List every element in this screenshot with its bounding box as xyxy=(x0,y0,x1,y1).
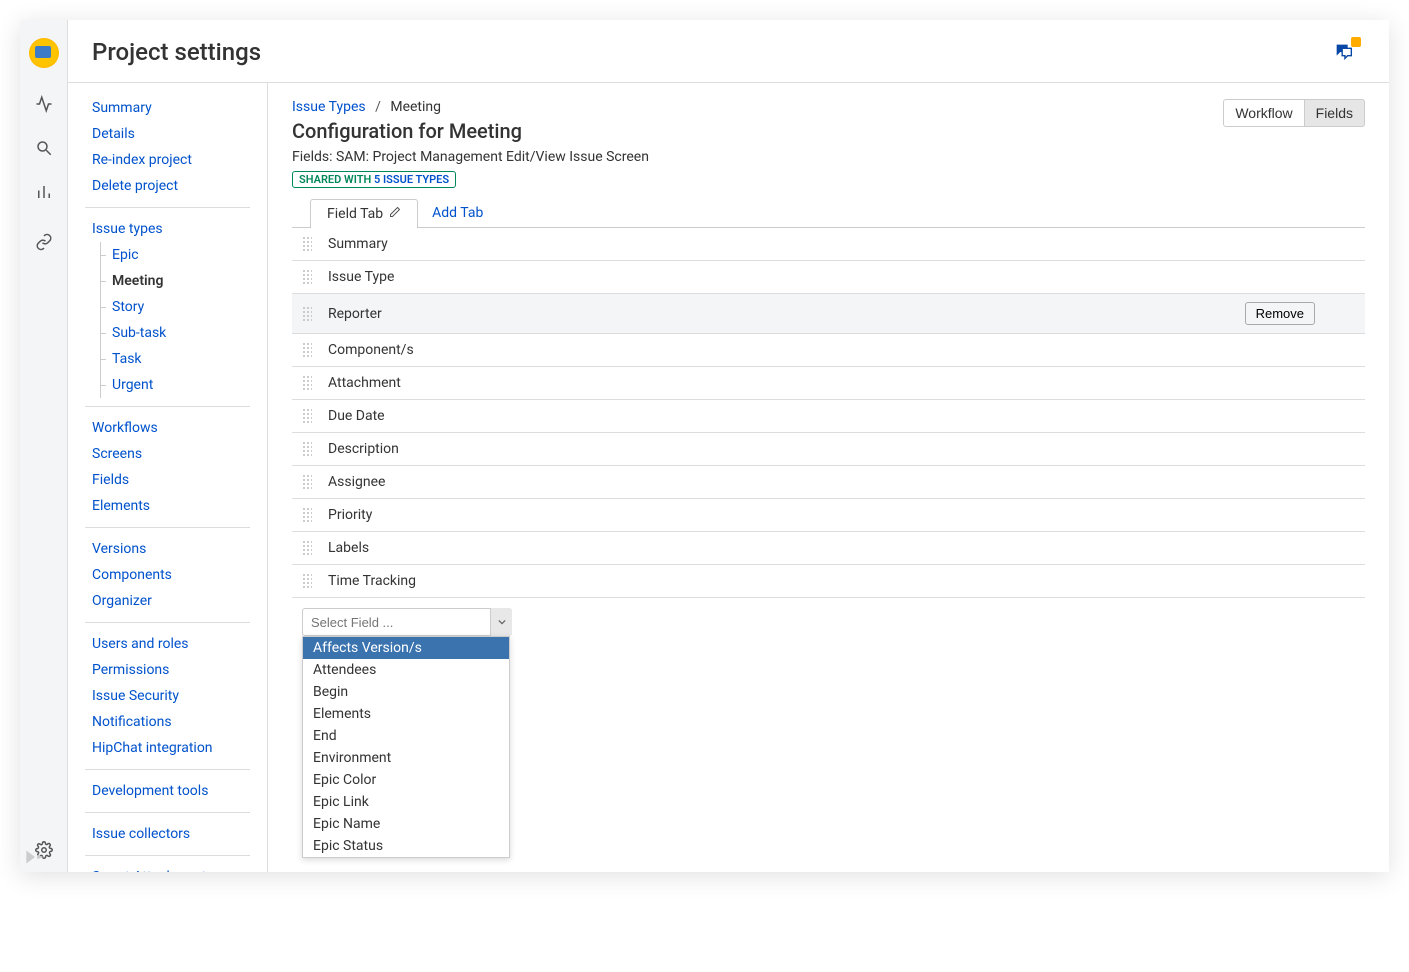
field-name-label: Priority xyxy=(328,507,1355,523)
add-tab-link[interactable]: Add Tab xyxy=(418,199,497,227)
sidebar-item[interactable]: Delete project xyxy=(68,173,267,199)
field-name-label: Time Tracking xyxy=(328,573,1355,589)
dropdown-option[interactable]: Begin xyxy=(303,681,509,703)
sidebar-item[interactable]: HipChat integration xyxy=(68,735,267,761)
field-row: Due Date xyxy=(292,400,1365,433)
page-title: Project settings xyxy=(92,38,261,66)
sidebar-item[interactable]: Screens xyxy=(68,441,267,467)
drag-handle-icon[interactable] xyxy=(302,441,312,457)
field-row: Priority xyxy=(292,499,1365,532)
link-icon[interactable] xyxy=(30,228,58,256)
dropdown-option[interactable]: Affects Version/s xyxy=(303,637,509,659)
select-field-dropdown: Affects Version/sAttendeesBeginElementsE… xyxy=(302,636,510,858)
tab-field-tab[interactable]: Field Tab xyxy=(310,199,418,228)
dropdown-option[interactable]: Epic Link xyxy=(303,791,509,813)
reports-icon[interactable] xyxy=(30,178,58,206)
field-row: Time Tracking xyxy=(292,565,1365,598)
drag-handle-icon[interactable] xyxy=(302,573,312,589)
sidebar-item[interactable]: Versions xyxy=(68,536,267,562)
sidebar-subitem[interactable]: Sub-task xyxy=(68,320,267,346)
drag-handle-icon[interactable] xyxy=(302,375,312,391)
remove-button[interactable]: Remove xyxy=(1245,302,1315,325)
field-name-label: Summary xyxy=(328,236,1355,252)
field-list: Summary Issue Type ReporterRemove Component… xyxy=(292,228,1365,598)
field-row: Labels xyxy=(292,532,1365,565)
drag-handle-icon[interactable] xyxy=(302,306,312,322)
config-title: Configuration for Meeting xyxy=(292,119,1365,143)
field-name-label: Due Date xyxy=(328,408,1355,424)
dropdown-option[interactable]: Epic Name xyxy=(303,813,509,835)
sidebar-item[interactable]: Permissions xyxy=(68,657,267,683)
main-content: Workflow Fields Issue Types / Meeting Co… xyxy=(268,83,1389,872)
left-rail xyxy=(20,20,68,872)
tab-row: Field Tab Add Tab xyxy=(292,198,1365,228)
feedback-icon[interactable] xyxy=(1333,41,1355,63)
sidebar-item[interactable]: Users and roles xyxy=(68,631,267,657)
activity-icon[interactable] xyxy=(30,90,58,118)
dropdown-option[interactable]: Attendees xyxy=(303,659,509,681)
chevron-down-icon[interactable] xyxy=(490,608,512,636)
drag-handle-icon[interactable] xyxy=(302,236,312,252)
sidebar-item[interactable]: Workflows xyxy=(68,415,267,441)
notification-badge xyxy=(1351,37,1361,47)
search-icon[interactable] xyxy=(30,134,58,162)
sidebar-item[interactable]: Issue collectors xyxy=(68,821,267,847)
breadcrumb-parent[interactable]: Issue Types xyxy=(292,99,366,115)
sidebar-item[interactable]: Organizer xyxy=(68,588,267,614)
field-row: Component/s xyxy=(292,334,1365,367)
dropdown-option[interactable]: Elements xyxy=(303,703,509,725)
sidebar-item[interactable]: Elements xyxy=(68,493,267,519)
fields-button[interactable]: Fields xyxy=(1305,99,1365,127)
shared-badge: SHARED WITH 5 ISSUE TYPES xyxy=(292,171,456,188)
sidebar-subitem[interactable]: Urgent xyxy=(68,372,267,398)
sidebar-item[interactable]: Fields xyxy=(68,467,267,493)
project-avatar-icon[interactable] xyxy=(29,38,59,68)
select-field-input[interactable] xyxy=(302,608,512,636)
sidebar-item[interactable]: Development tools xyxy=(68,778,267,804)
breadcrumb-current: Meeting xyxy=(390,99,441,115)
breadcrumb: Issue Types / Meeting xyxy=(292,99,1365,115)
sidebar-subitem[interactable]: Story xyxy=(68,294,267,320)
expand-handle-icon[interactable] xyxy=(22,844,48,870)
field-row: Summary xyxy=(292,228,1365,261)
field-name-label: Description xyxy=(328,441,1355,457)
drag-handle-icon[interactable] xyxy=(302,540,312,556)
shared-badge-link[interactable]: 5 ISSUE TYPES xyxy=(374,173,449,186)
field-name-label: Labels xyxy=(328,540,1355,556)
sidebar-subitem[interactable]: Task xyxy=(68,346,267,372)
fields-description: Fields: SAM: Project Management Edit/Vie… xyxy=(292,149,1365,165)
field-name-label: Issue Type xyxy=(328,269,1355,285)
field-row: ReporterRemove xyxy=(292,294,1365,334)
drag-handle-icon[interactable] xyxy=(302,342,312,358)
sidebar-item[interactable]: Details xyxy=(68,121,267,147)
field-row: Assignee xyxy=(292,466,1365,499)
pencil-icon[interactable] xyxy=(389,206,401,222)
field-row: Description xyxy=(292,433,1365,466)
field-name-label: Component/s xyxy=(328,342,1355,358)
settings-sidebar: SummaryDetailsRe-index projectDelete pro… xyxy=(68,83,268,872)
sidebar-item[interactable]: Issue Security xyxy=(68,683,267,709)
sidebar-item[interactable]: Re-index project xyxy=(68,147,267,173)
sidebar-subitem[interactable]: Meeting xyxy=(68,268,267,294)
dropdown-option[interactable]: Epic Status xyxy=(303,835,509,857)
dropdown-option[interactable]: End xyxy=(303,725,509,747)
workflow-button[interactable]: Workflow xyxy=(1223,99,1304,127)
sidebar-item[interactable]: Summary xyxy=(68,95,267,121)
field-row: Issue Type xyxy=(292,261,1365,294)
drag-handle-icon[interactable] xyxy=(302,507,312,523)
sidebar-item[interactable]: Issue types xyxy=(68,216,267,242)
sidebar-item[interactable]: Smart Attachments xyxy=(68,864,267,872)
field-row: Attachment xyxy=(292,367,1365,400)
field-name-label: Attachment xyxy=(328,375,1355,391)
sidebar-item[interactable]: Notifications xyxy=(68,709,267,735)
sidebar-subitem[interactable]: Epic xyxy=(68,242,267,268)
dropdown-option[interactable]: Epic Color xyxy=(303,769,509,791)
drag-handle-icon[interactable] xyxy=(302,474,312,490)
field-name-label: Reporter xyxy=(328,306,1245,322)
drag-handle-icon[interactable] xyxy=(302,269,312,285)
dropdown-option[interactable]: Environment xyxy=(303,747,509,769)
field-name-label: Assignee xyxy=(328,474,1355,490)
sidebar-item[interactable]: Components xyxy=(68,562,267,588)
drag-handle-icon[interactable] xyxy=(302,408,312,424)
